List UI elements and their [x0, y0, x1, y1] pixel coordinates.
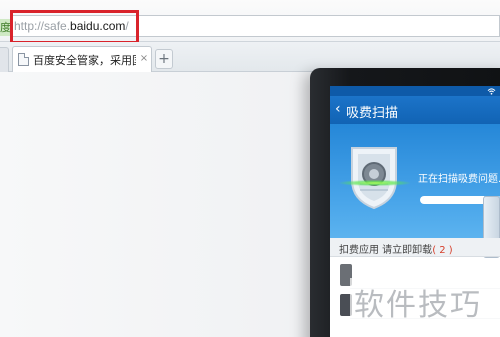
scan-panel: 正在扫描吸费问题...: [330, 124, 500, 258]
tab-active[interactable]: 百度安全管家，采用国际领 ×: [12, 46, 152, 72]
scan-progress-fill: [420, 196, 484, 204]
shield-icon: [351, 147, 397, 210]
scan-beam: [340, 180, 410, 186]
page-title: 吸费扫描: [346, 106, 399, 121]
wifi-icon: [487, 88, 496, 95]
page-icon: [18, 53, 29, 66]
address-bar-row: 度 http://safe.baidu.com/: [0, 0, 500, 44]
section-count: ( 2 ): [432, 245, 453, 256]
section-header: 扣费应用 请立即卸载( 2 ): [330, 238, 500, 257]
close-icon[interactable]: ×: [138, 53, 150, 65]
section-label-text: 扣费应用 请立即卸载: [339, 245, 433, 256]
section-label: 扣费应用 请立即卸载( 2 ): [339, 241, 453, 256]
watermark-text: 软件技巧: [354, 288, 482, 323]
url-highlight-box: [10, 10, 139, 44]
back-icon[interactable]: ‹: [335, 101, 341, 117]
tab-title: 百度安全管家，采用国际领: [33, 54, 136, 67]
phone-statusbar: [330, 86, 500, 96]
app-titlebar: ‹ 吸费扫描: [330, 96, 500, 124]
search-engine-badge[interactable]: 度: [0, 19, 10, 36]
watermark: 软件技巧: [350, 278, 500, 337]
plus-icon[interactable]: +: [155, 49, 173, 69]
scan-status: 正在扫描吸费问题...: [418, 174, 500, 185]
previous-tab[interactable]: [0, 47, 9, 72]
